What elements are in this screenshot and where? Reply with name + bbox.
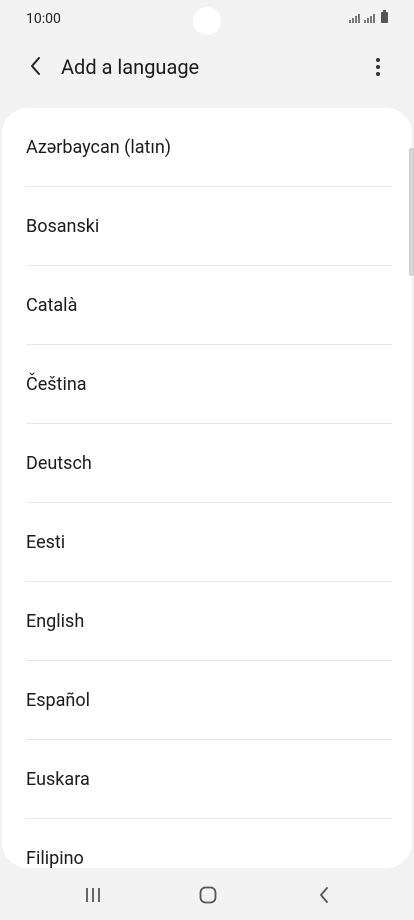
list-item[interactable]: Euskara bbox=[2, 740, 412, 819]
list-item[interactable]: Español bbox=[2, 661, 412, 740]
language-label: English bbox=[26, 611, 85, 632]
language-list: Azərbaycan (latın) Bosanski Català Češti… bbox=[2, 108, 412, 868]
back-button[interactable] bbox=[20, 50, 52, 82]
chevron-left-icon bbox=[31, 57, 40, 75]
home-button[interactable] bbox=[188, 880, 228, 910]
signal-icon bbox=[349, 13, 360, 23]
language-label: Deutsch bbox=[26, 453, 92, 474]
list-item[interactable]: English bbox=[2, 582, 412, 661]
list-item[interactable]: Català bbox=[2, 266, 412, 345]
home-icon bbox=[199, 886, 217, 904]
language-label: Bosanski bbox=[26, 216, 100, 237]
language-label: Euskara bbox=[26, 769, 90, 790]
more-options-button[interactable] bbox=[364, 52, 392, 82]
list-item[interactable]: Čeština bbox=[2, 345, 412, 424]
list-item[interactable]: Filipino bbox=[2, 819, 412, 868]
language-label: Español bbox=[26, 690, 91, 711]
app-bar: Add a language bbox=[0, 44, 414, 92]
navigation-bar bbox=[0, 868, 414, 920]
language-label: Čeština bbox=[26, 374, 87, 395]
status-bar: 10:00 bbox=[0, 0, 414, 40]
language-label: Català bbox=[26, 295, 78, 316]
list-item[interactable]: Eesti bbox=[2, 503, 412, 582]
status-icons bbox=[349, 10, 388, 23]
recents-button[interactable] bbox=[73, 880, 113, 910]
status-time: 10:00 bbox=[26, 11, 61, 27]
list-item[interactable]: Deutsch bbox=[2, 424, 412, 503]
recents-icon bbox=[86, 888, 100, 902]
list-item[interactable]: Bosanski bbox=[2, 187, 412, 266]
battery-icon bbox=[381, 10, 388, 23]
language-label: Filipino bbox=[26, 848, 84, 868]
signal-icon-2 bbox=[364, 13, 375, 23]
language-label: Azərbaycan (latın) bbox=[26, 137, 172, 158]
page-title: Add a language bbox=[61, 55, 200, 79]
language-label: Eesti bbox=[26, 532, 66, 553]
more-vertical-icon bbox=[376, 58, 380, 62]
list-item[interactable]: Azərbaycan (latın) bbox=[2, 108, 412, 187]
nav-back-button[interactable] bbox=[304, 880, 344, 910]
camera-cutout bbox=[193, 7, 221, 35]
back-icon bbox=[320, 887, 328, 903]
scrollbar[interactable] bbox=[409, 148, 414, 276]
